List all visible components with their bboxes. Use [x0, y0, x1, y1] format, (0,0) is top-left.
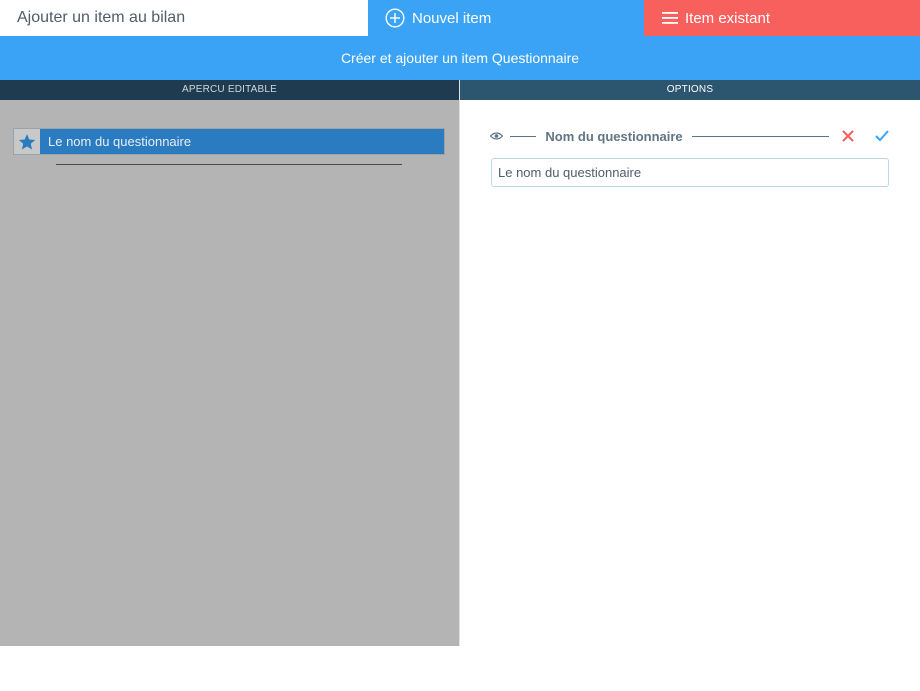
tab-existing-item[interactable]: Item existant [644, 0, 920, 36]
preview-item-label: Le nom du questionnaire [40, 129, 444, 154]
plus-circle-icon [385, 8, 405, 28]
column-header-options: OPTIONS [460, 80, 920, 100]
top-bar: Ajouter un item au bilan Nouvel item Ite… [0, 0, 920, 36]
subheader: Créer et ajouter un item Questionnaire [0, 36, 920, 80]
column-header-preview: APERCU EDITABLE [0, 80, 459, 100]
star-icon[interactable] [14, 129, 40, 154]
close-icon[interactable] [840, 128, 856, 144]
editable-preview-panel: Le nom du questionnaire [0, 100, 459, 646]
tab-new-item[interactable]: Nouvel item [368, 0, 644, 36]
page-title: Ajouter un item au bilan [0, 0, 368, 36]
app-root: Ajouter un item au bilan Nouvel item Ite… [0, 0, 920, 691]
field-label: Nom du questionnaire [545, 128, 683, 144]
menu-icon [662, 11, 678, 25]
preview-item[interactable]: Le nom du questionnaire [13, 128, 445, 155]
check-icon[interactable] [874, 128, 890, 144]
tab-existing-item-label: Item existant [685, 9, 771, 27]
preview-separator [56, 164, 402, 165]
field-rule-right [691, 135, 829, 137]
options-panel: Nom du questionnaire [460, 100, 920, 646]
field-rule-left [510, 135, 537, 137]
field-header: Nom du questionnaire [490, 127, 890, 145]
tab-new-item-label: Nouvel item [412, 9, 492, 27]
questionnaire-name-input[interactable] [491, 158, 889, 187]
eye-icon[interactable] [490, 131, 503, 141]
